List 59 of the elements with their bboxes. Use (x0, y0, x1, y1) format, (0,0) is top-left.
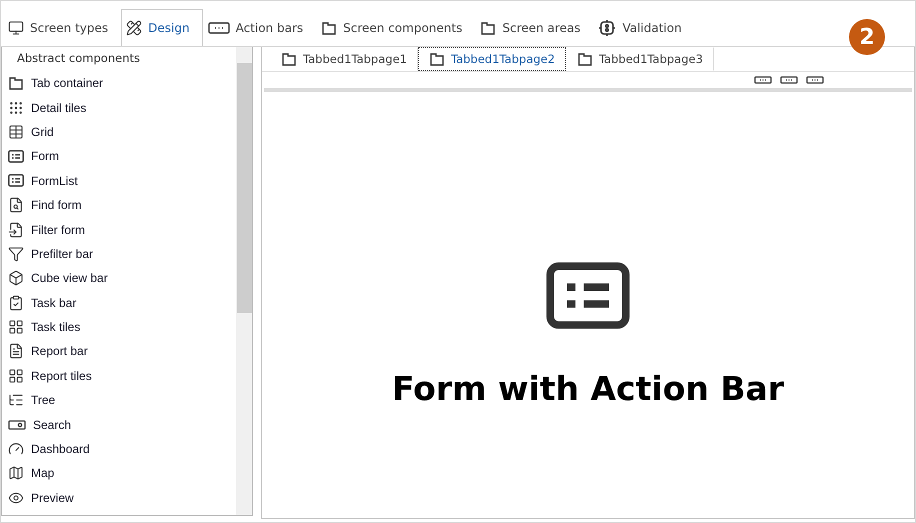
sidebar-item[interactable]: Prefilter bar (8, 242, 236, 266)
tab-icon (281, 51, 297, 67)
dots-grid-icon (8, 100, 24, 116)
tab-icon (428, 51, 445, 67)
canvas-heading: Form with Action Bar (392, 369, 784, 408)
document-icon (8, 343, 24, 360)
tab-icon (576, 51, 593, 67)
sidebar-item[interactable]: Cube view bar (8, 266, 236, 291)
form-icon (546, 262, 630, 330)
sidebar-item[interactable]: Detail tiles (8, 95, 236, 120)
sidebar-item[interactable]: Form (8, 144, 236, 169)
sidebar-item[interactable]: Search (8, 412, 236, 437)
sidebar-item[interactable]: Task bar (8, 290, 236, 315)
clipboard-check-icon (8, 294, 24, 311)
monitor-icon (8, 20, 24, 36)
main-tab[interactable]: Validation (593, 9, 695, 46)
tiles-icon (8, 368, 24, 384)
main-tab[interactable]: Screen components (316, 9, 476, 46)
sidebar-title: Abstract components (16, 51, 141, 67)
main-tab[interactable]: Design (121, 9, 203, 46)
main-tab[interactable]: Screen areas (475, 9, 594, 46)
search-box-icon (8, 420, 26, 430)
tiles-icon (8, 319, 24, 336)
sidebar-item[interactable]: Task tiles (8, 314, 236, 340)
cube-icon (8, 270, 24, 286)
sidebar-item[interactable]: Tree (8, 388, 236, 412)
sidebar-item[interactable]: Grid (8, 120, 236, 144)
sidebar-item[interactable]: Preview (8, 486, 236, 510)
main-tab[interactable]: Action bars (202, 9, 316, 46)
funnel-icon (8, 246, 24, 262)
file-search-icon (8, 197, 24, 214)
main-tab[interactable]: Screen types (3, 9, 122, 46)
table-icon (8, 124, 24, 140)
pencil-ruler-icon (126, 20, 142, 36)
sidebar-item[interactable]: FormList (8, 168, 236, 193)
page-tab[interactable]: Tabbed1Tabpage1 (270, 47, 418, 71)
gear-icon (598, 19, 616, 37)
sidebar-item[interactable]: Find form (8, 192, 236, 218)
sidebar-item[interactable]: Dashboard (8, 436, 236, 462)
action-button-icon[interactable] (780, 76, 798, 84)
tab-icon (321, 20, 338, 36)
sidebar-item[interactable]: Map (8, 461, 236, 486)
sidebar-item[interactable]: Tab container (8, 71, 236, 96)
tab-icon (480, 20, 496, 36)
sidebar-item[interactable]: Report bar (8, 339, 236, 364)
file-icon (8, 222, 24, 238)
tab-icon (8, 75, 24, 92)
action-button-icon[interactable] (754, 76, 772, 84)
form-list-icon (8, 174, 24, 188)
scrollbar[interactable] (236, 47, 252, 515)
page-tab[interactable]: Tabbed1Tabpage2 (418, 47, 566, 71)
page-tab[interactable]: Tabbed1Tabpage3 (566, 47, 714, 71)
ellipsis-box-icon (208, 22, 230, 34)
form-icon (8, 150, 24, 163)
action-button-icon[interactable] (806, 76, 824, 84)
step-badge: 2 (849, 19, 885, 55)
sidebar-item[interactable]: Filter form (8, 217, 236, 242)
sidebar-item[interactable]: Report tiles (8, 364, 236, 388)
map-icon (8, 465, 24, 482)
